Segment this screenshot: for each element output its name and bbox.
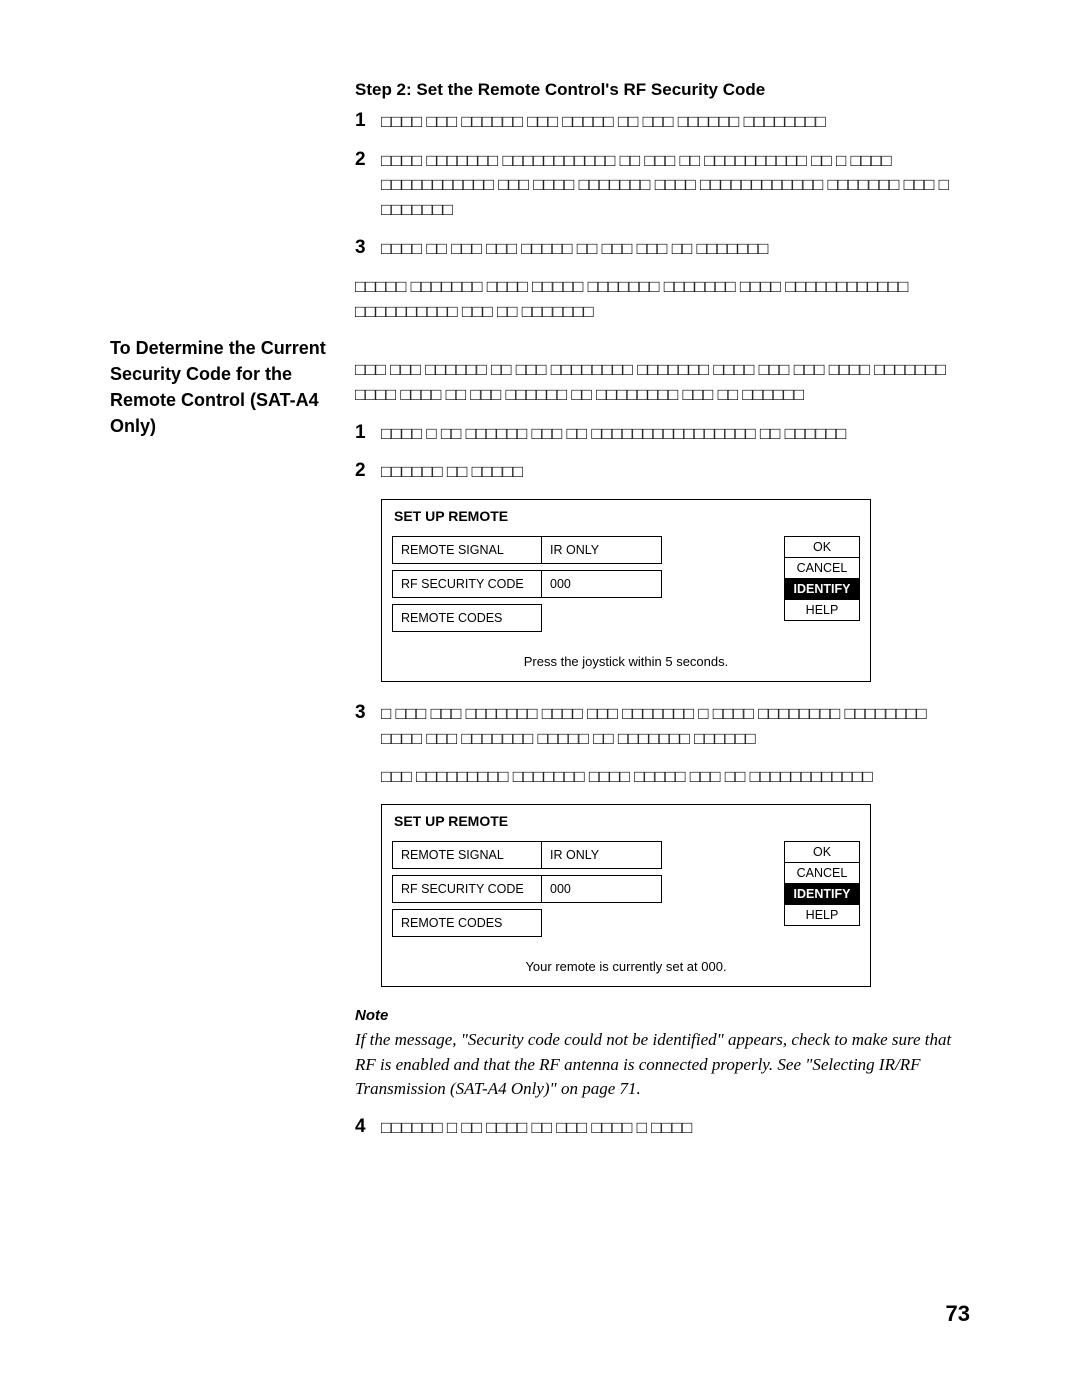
list-number: 3 bbox=[355, 702, 381, 751]
identify-button[interactable]: IDENTIFY bbox=[784, 579, 860, 600]
setup-remote-panel: SET UP REMOTE REMOTE SIGNAL IR ONLY RF S… bbox=[381, 499, 871, 682]
ok-button[interactable]: OK bbox=[784, 536, 860, 558]
help-button[interactable]: HELP bbox=[784, 600, 860, 621]
remote-signal-label: REMOTE SIGNAL bbox=[392, 841, 542, 869]
panel-status: Your remote is currently set at 000. bbox=[382, 953, 870, 986]
page-number: 73 bbox=[946, 1301, 970, 1327]
panel-title: SET UP REMOTE bbox=[382, 500, 870, 530]
list-number: 1 bbox=[355, 422, 381, 447]
rf-security-code-label: RF SECURITY CODE bbox=[392, 875, 542, 903]
panel-title: SET UP REMOTE bbox=[382, 805, 870, 835]
rf-security-code-value: 000 bbox=[542, 570, 662, 598]
setup-remote-panel: SET UP REMOTE REMOTE SIGNAL IR ONLY RF S… bbox=[381, 804, 871, 987]
paragraph: □□□ □□□ □□□□□□ □□ □□□ □□□□□□□□ □□□□□□□ □… bbox=[355, 358, 970, 407]
remote-signal-label: REMOTE SIGNAL bbox=[392, 536, 542, 564]
cancel-button[interactable]: CANCEL bbox=[784, 863, 860, 884]
list-number: 4 bbox=[355, 1116, 381, 1141]
list-text: □□□□ □□ □□□ □□□ □□□□□ □□ □□□ □□□ □□ □□□□… bbox=[381, 237, 768, 262]
list-text: □□□□ □□□ □□□□□□ □□□ □□□□□ □□ □□□ □□□□□□ … bbox=[381, 110, 826, 135]
list-text: □□□□□□ □□ □□□□□ bbox=[381, 460, 523, 485]
main-list-c: 4 □□□□□□ □ □□ □□□□ □□ □□□ □□□□ □ □□□□ bbox=[355, 1116, 970, 1141]
step-list: 1 □□□□ □□□ □□□□□□ □□□ □□□□□ □□ □□□ □□□□□… bbox=[355, 110, 970, 261]
sidebar-heading: To Determine the Current Security Code f… bbox=[110, 335, 355, 439]
list-text: □□□□□□ □ □□ □□□□ □□ □□□ □□□□ □ □□□□ bbox=[381, 1116, 692, 1141]
remote-signal-value: IR ONLY bbox=[542, 536, 662, 564]
panel-status: Press the joystick within 5 seconds. bbox=[382, 648, 870, 681]
remote-codes-label: REMOTE CODES bbox=[392, 909, 542, 937]
list-text: □ □□□ □□□ □□□□□□□ □□□□ □□□ □□□□□□□ □ □□□… bbox=[381, 702, 970, 751]
note-label: Note bbox=[355, 1007, 970, 1024]
main-list-a: 1 □□□□ □ □□ □□□□□□ □□□ □□ □□□□□□□□□□□□□□… bbox=[355, 422, 970, 485]
rf-security-code-label: RF SECURITY CODE bbox=[392, 570, 542, 598]
list-text: □□□□ □□□□□□□ □□□□□□□□□□□ □□ □□□ □□ □□□□□… bbox=[381, 149, 970, 223]
remote-codes-label: REMOTE CODES bbox=[392, 604, 542, 632]
main-list-b: 3 □ □□□ □□□ □□□□□□□ □□□□ □□□ □□□□□□□ □ □… bbox=[355, 702, 970, 751]
note-body: If the message, "Security code could not… bbox=[355, 1028, 970, 1102]
help-button[interactable]: HELP bbox=[784, 905, 860, 926]
cancel-button[interactable]: CANCEL bbox=[784, 558, 860, 579]
list-number: 2 bbox=[355, 460, 381, 485]
list-number: 2 bbox=[355, 149, 381, 223]
step-heading: Step 2: Set the Remote Control's RF Secu… bbox=[355, 80, 970, 100]
paragraph: □□□ □□□□□□□□□ □□□□□□□ □□□□ □□□□□ □□□ □□ … bbox=[381, 765, 970, 790]
ok-button[interactable]: OK bbox=[784, 841, 860, 863]
paragraph: □□□□□ □□□□□□□ □□□□ □□□□□ □□□□□□□ □□□□□□□… bbox=[355, 275, 970, 324]
remote-signal-value: IR ONLY bbox=[542, 841, 662, 869]
list-number: 3 bbox=[355, 237, 381, 262]
rf-security-code-value: 000 bbox=[542, 875, 662, 903]
list-text: □□□□ □ □□ □□□□□□ □□□ □□ □□□□□□□□□□□□□□□□… bbox=[381, 422, 846, 447]
identify-button[interactable]: IDENTIFY bbox=[784, 884, 860, 905]
list-number: 1 bbox=[355, 110, 381, 135]
